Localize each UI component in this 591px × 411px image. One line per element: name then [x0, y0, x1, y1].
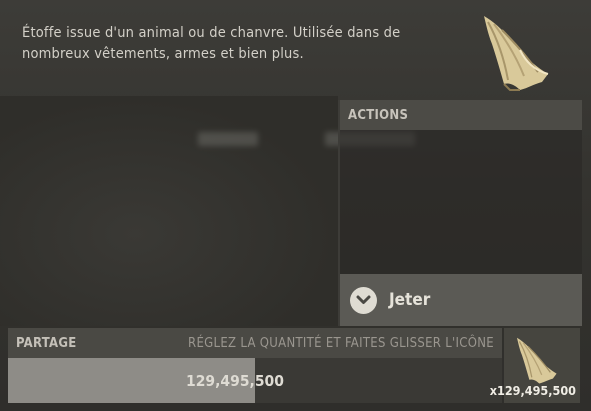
item-description: Étoffe issue d'un animal ou de chanvre. … — [22, 25, 401, 62]
drop-button[interactable]: Jeter — [340, 274, 582, 326]
share-header: PARTAGE RÉGLEZ LA QUANTITÉ ET FAITES GLI… — [8, 328, 502, 358]
item-count: x129,495,500 — [489, 383, 576, 398]
drop-button-label: Jeter — [389, 290, 431, 310]
share-title: PARTAGE — [16, 335, 77, 351]
blurred-text — [198, 132, 258, 146]
cloth-icon — [516, 337, 557, 384]
item-slot[interactable]: x129,495,500 — [490, 328, 580, 403]
blurred-background — [0, 96, 415, 326]
share-panel: PARTAGE RÉGLEZ LA QUANTITÉ ET FAITES GLI… — [8, 328, 502, 403]
share-hint: RÉGLEZ LA QUANTITÉ ET FAITES GLISSER L'I… — [188, 335, 494, 351]
actions-panel: ACTIONS Jeter — [338, 100, 582, 326]
share-amount-value: 129,495,500 — [186, 372, 284, 390]
cloth-icon — [484, 16, 549, 91]
share-amount-slider[interactable]: 129,495,500 — [8, 358, 502, 403]
actions-header: ACTIONS — [340, 100, 582, 130]
chevron-down-icon — [350, 286, 377, 314]
